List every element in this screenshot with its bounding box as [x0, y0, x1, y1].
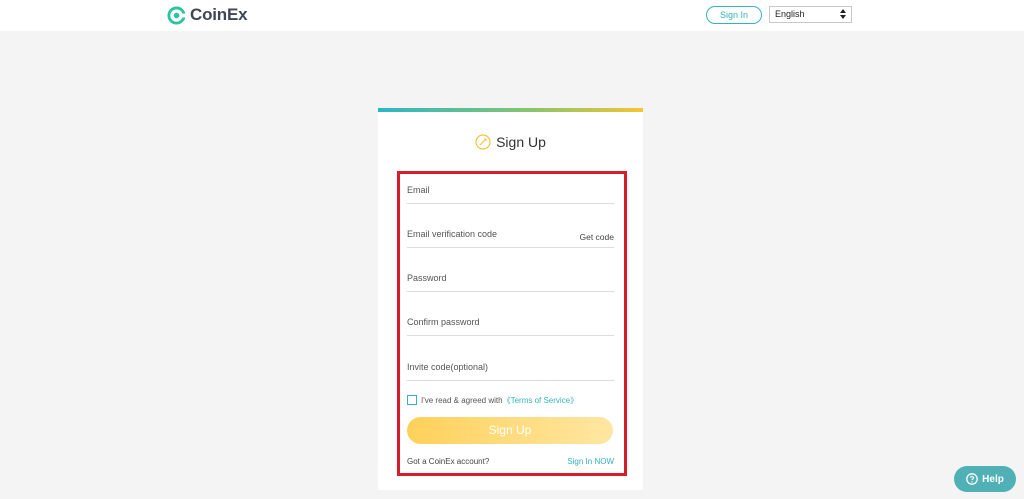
card-title: Sign Up	[378, 133, 643, 151]
terms-checkbox[interactable]	[407, 395, 417, 405]
language-select[interactable]: English	[769, 6, 852, 23]
card-accent-bar	[378, 108, 643, 112]
top-header: CoinEx Sign In English	[0, 0, 1024, 31]
invite-code-field[interactable]: Invite code(optional)	[407, 355, 614, 381]
email-placeholder: Email	[407, 185, 430, 195]
select-arrows-icon	[840, 9, 846, 19]
signin-prompt-row: Got a CoinEx account? Sign In NOW	[407, 457, 614, 467]
sign-in-now-link[interactable]: Sign In NOW	[567, 457, 614, 466]
agree-text: I've read & agreed with	[421, 395, 503, 405]
verification-code-field[interactable]: Email verification code Get code	[407, 222, 614, 248]
help-question-icon	[966, 473, 979, 485]
email-field[interactable]: Email	[407, 178, 614, 204]
terms-agreement-row: I've read & agreed with 《Terms of Servic…	[407, 394, 578, 406]
get-code-button[interactable]: Get code	[580, 232, 615, 242]
logo[interactable]: CoinEx	[167, 4, 248, 26]
verification-code-placeholder: Email verification code	[407, 229, 498, 239]
got-account-text: Got a CoinEx account?	[407, 457, 490, 466]
language-select-value: English	[775, 9, 805, 19]
sign-up-button[interactable]: Sign Up	[407, 417, 613, 444]
terms-of-service-link[interactable]: 《Terms of Service》	[503, 395, 579, 406]
header-sign-in-button[interactable]: Sign In	[706, 6, 762, 24]
coinex-logo-icon	[167, 5, 186, 25]
confirm-password-placeholder: Confirm password	[407, 317, 480, 327]
invite-code-placeholder: Invite code(optional)	[407, 362, 489, 372]
confirm-password-field[interactable]: Confirm password	[407, 310, 614, 336]
help-button[interactable]: Help	[954, 466, 1016, 492]
help-label: Help	[982, 473, 1004, 485]
logo-text: CoinEx	[190, 5, 248, 24]
password-placeholder: Password	[407, 273, 447, 283]
password-field[interactable]: Password	[407, 266, 614, 292]
page-title: Sign Up	[496, 134, 546, 150]
sign-up-icon	[475, 134, 491, 150]
